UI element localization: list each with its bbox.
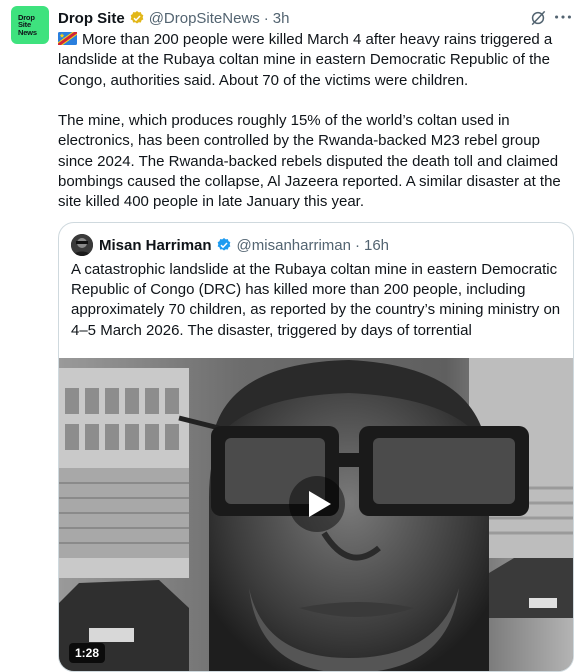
tweet-time[interactable]: 3h [273, 10, 290, 27]
quoted-tweet-time: 16h [363, 236, 390, 254]
drop-site-logo: Drop Site News [18, 12, 37, 37]
quoted-tweet-header: Misan Harriman @misanharriman · 16h [71, 234, 389, 256]
grok-icon[interactable] [528, 8, 548, 28]
tweet-paragraph: The mine, which produces roughly 15% of … [58, 112, 561, 211]
video-player[interactable]: 1:28 [59, 358, 573, 671]
separator-dot: · [354, 236, 360, 254]
more-options-icon[interactable] [552, 6, 574, 28]
blue-check-badge-icon [217, 238, 230, 251]
video-duration-badge: 1:28 [69, 643, 106, 663]
tweet-header: Drop Site @DropSiteNews · 3h [58, 8, 289, 28]
author-name[interactable]: Drop Site [58, 10, 125, 27]
quoted-tweet[interactable]: Misan Harriman @misanharriman · 16h A ca… [58, 222, 574, 672]
author-handle[interactable]: @DropSiteNews [149, 10, 260, 27]
drc-flag-icon [58, 32, 77, 45]
video-thumbnail [59, 358, 573, 671]
quoted-tweet-text: A catastrophic landslide at the Rubaya c… [71, 261, 561, 339]
tweet-body: More than 200 people were killed March 4… [58, 30, 572, 213]
tweet-paragraph: More than 200 people were killed March 4… [58, 31, 553, 89]
quoted-author-handle: @misanharriman [236, 236, 351, 254]
separator-dot: · [263, 9, 269, 27]
gold-check-badge-icon[interactable] [129, 10, 145, 26]
misan-harriman-avatar[interactable] [71, 234, 93, 256]
play-icon[interactable] [289, 476, 345, 532]
drop-site-avatar[interactable]: Drop Site News [11, 6, 49, 44]
avatar-image [71, 234, 93, 256]
quoted-author-name: Misan Harriman [99, 236, 212, 254]
